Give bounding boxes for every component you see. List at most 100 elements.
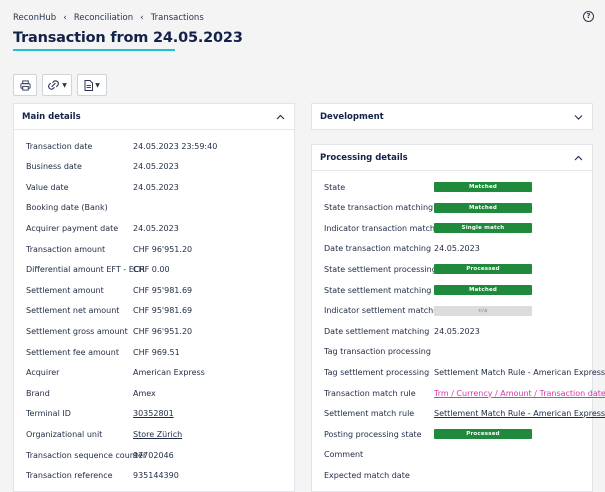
title-underline (13, 49, 175, 51)
detail-value: CHF 0.00 (133, 265, 170, 275)
detail-label: State transaction matching (324, 203, 434, 213)
main-details-title: Main details (22, 111, 81, 122)
detail-row-state: State Matched (312, 177, 592, 197)
detail-label: Posting processing state (324, 429, 422, 439)
breadcrumb-item-transactions[interactable]: Transactions (151, 13, 204, 23)
detail-value: Amex (133, 388, 156, 398)
detail-row-terminal-id: Terminal ID 30352801 (14, 404, 294, 424)
detail-row-indicator-settlement-matching: Indicator settlement matching n/a (312, 301, 592, 321)
detail-row-state-transaction-matching: State transaction matching Matched (312, 198, 592, 218)
detail-label: Expected match date (324, 470, 410, 480)
status-badge: Processed (434, 264, 532, 275)
detail-value: CHF 95'981.69 (133, 306, 193, 316)
detail-label: State settlement processing (324, 264, 437, 274)
document-icon (84, 79, 94, 91)
detail-value: 24.05.2023 (434, 326, 480, 336)
detail-value: 935144390 (133, 471, 179, 481)
link-menu-button[interactable]: ▼ (42, 74, 72, 96)
detail-row-comment: Comment (312, 445, 592, 465)
detail-label: Settlement fee amount (26, 347, 119, 357)
page-title: Transaction from 24.05.2023 (13, 30, 243, 46)
detail-label: Indicator transaction matching (324, 223, 448, 233)
detail-label: State (324, 182, 346, 192)
toolbar: ▼ ▼ (13, 74, 107, 96)
detail-value-link[interactable]: Store Zürich (133, 430, 182, 439)
detail-label: Terminal ID (26, 409, 71, 419)
detail-value: CHF 969.51 (133, 347, 180, 357)
detail-row-acquirer-payment-date: Acquirer payment date 24.05.2023 (14, 218, 294, 238)
detail-row-expected-match-date: Expected match date (312, 465, 592, 485)
detail-label: Booking date (Bank) (26, 203, 108, 213)
development-header[interactable]: Development (312, 104, 592, 130)
detail-row-brand: Brand Amex (14, 383, 294, 403)
detail-row-state-settlement-matching: State settlement matching Matched (312, 280, 592, 300)
detail-value: CHF 95'981.69 (133, 285, 193, 295)
detail-label: Settlement net amount (26, 306, 120, 316)
chevron-down-icon: ▼ (95, 81, 100, 89)
detail-row-date-settlement-matching: Date settlement matching 24.05.2023 (312, 321, 592, 341)
detail-value: CHF 96'951.20 (133, 244, 193, 254)
detail-label: Acquirer payment date (26, 223, 119, 233)
main-details-header[interactable]: Main details (14, 104, 294, 130)
chevron-up-icon[interactable] (275, 112, 285, 122)
detail-row-indicator-transaction-matching: Indicator transaction matching Single mat… (312, 218, 592, 238)
detail-row-tag-settlement-processing: Tag settlement processing Settlement Matc… (312, 362, 605, 382)
detail-label: Settlement match rule (324, 409, 415, 419)
detail-value: American Express (133, 368, 205, 378)
detail-row-settlement-net-amount: Settlement net amount CHF 95'981.69 (14, 301, 294, 321)
status-badge: Single match (434, 223, 532, 234)
chevron-up-icon[interactable] (573, 153, 583, 163)
detail-row-posting-processing-state: Posting processing state Processed (312, 424, 592, 444)
chevron-down-icon[interactable] (573, 112, 583, 122)
detail-row-settlement-fee-amount: Settlement fee amount CHF 969.51 (14, 342, 294, 362)
detail-value-link[interactable]: 30352801 (133, 409, 174, 418)
chevron-down-icon: ▼ (62, 81, 67, 89)
detail-label: Comment (324, 450, 364, 460)
detail-value: Settlement Match Rule - American Express (434, 367, 605, 377)
detail-label: State settlement matching (324, 285, 432, 295)
processing-details-header[interactable]: Processing details (312, 145, 592, 171)
detail-value: 24.05.2023 (133, 223, 179, 233)
detail-value-link[interactable]: Trm / Currency / Amount / Transaction da… (434, 389, 605, 398)
detail-row-settlement-amount: Settlement amount CHF 95'981.69 (14, 280, 294, 300)
detail-label: Organizational unit (26, 429, 103, 439)
detail-label: Transaction match rule (324, 388, 416, 398)
detail-label: Transaction amount (26, 244, 106, 254)
development-title: Development (320, 112, 384, 122)
chevron-right-icon: ‹ (63, 13, 67, 23)
print-button[interactable] (13, 74, 37, 96)
breadcrumb-item-reconhub[interactable]: ReconHub (13, 13, 56, 23)
detail-row-transaction-reference: Transaction reference 935144390 (14, 466, 294, 486)
breadcrumb: ReconHub ‹ Reconciliation ‹ Transactions (13, 13, 204, 23)
detail-label: Brand (26, 388, 50, 398)
status-badge: Matched (434, 285, 532, 295)
detail-label: Acquirer (26, 368, 60, 378)
detail-value: 24.05.2023 (434, 244, 480, 254)
document-menu-button[interactable]: ▼ (77, 74, 107, 96)
development-panel: Development (311, 103, 593, 130)
detail-row-settlement-match-rule: Settlement match rule Settlement Match Ru… (312, 404, 605, 424)
detail-row-organizational-unit: Organizational unit Store Zürich (14, 424, 294, 444)
processing-details-title: Processing details (320, 152, 408, 163)
processing-details-panel: Processing details State Matched State tra… (311, 144, 605, 492)
status-badge: Processed (434, 429, 532, 440)
detail-label: Transaction date (26, 141, 93, 151)
detail-label: Business date (26, 162, 82, 172)
detail-row-transaction-match-rule: Transaction match rule Trm / Currency / A… (312, 383, 605, 403)
link-icon (48, 80, 60, 90)
status-badge: n/a (434, 305, 532, 316)
detail-row-booking-date-bank: Booking date (Bank) (14, 198, 294, 218)
detail-value: 24.05.2023 (133, 182, 179, 192)
detail-value-link[interactable]: Settlement Match Rule - American Express (434, 409, 605, 418)
print-icon (19, 79, 31, 91)
detail-label: Differential amount EFT - ECR (26, 265, 145, 275)
detail-label: Tag settlement processing (324, 367, 430, 377)
chevron-right-icon: ‹ (140, 13, 144, 23)
detail-label: Settlement gross amount (26, 326, 128, 336)
detail-row-state-settlement-processing: State settlement processing Processed (312, 259, 592, 279)
detail-label: Date transaction matching (324, 244, 432, 254)
breadcrumb-item-reconciliation[interactable]: Reconciliation (74, 13, 133, 23)
detail-row-transaction-sequence-counter: Transaction sequence counter 97702046 (14, 445, 294, 465)
detail-label: Date settlement matching (324, 326, 430, 336)
help-icon[interactable]: ? (583, 11, 594, 22)
